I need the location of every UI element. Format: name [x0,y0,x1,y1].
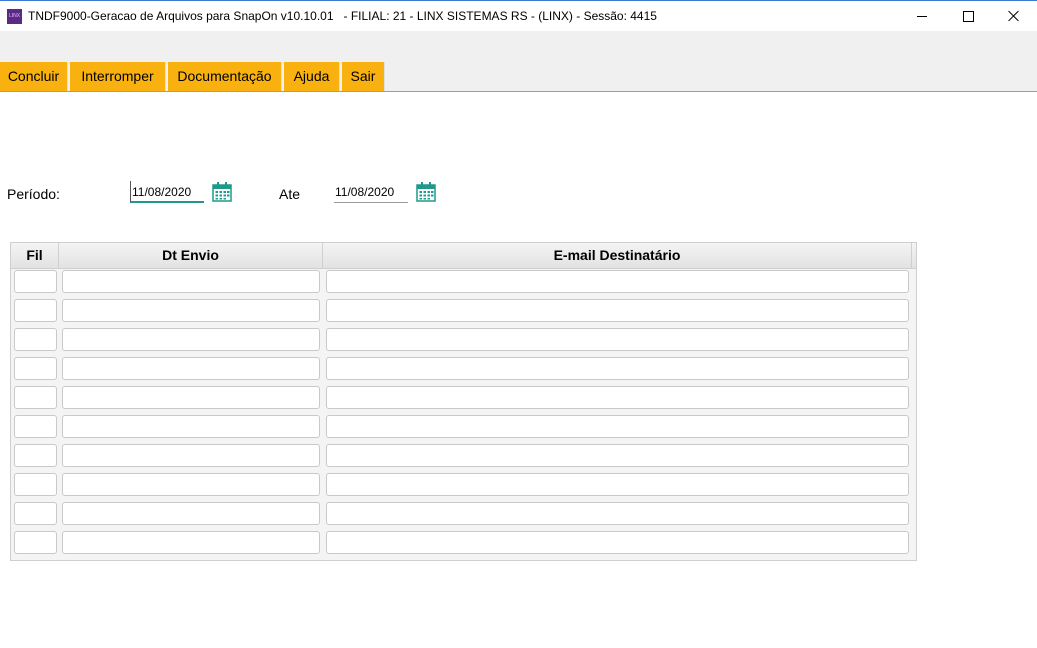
table-row [11,297,916,326]
date-to-input[interactable]: 11/08/2020 [334,181,408,203]
fil-cell-input[interactable] [14,357,57,380]
close-button[interactable] [991,1,1037,31]
maximize-icon [962,10,974,22]
fil-cell-input[interactable] [14,444,57,467]
column-header-dt-envio[interactable]: Dt Envio [59,243,323,268]
sair-button[interactable]: Sair [342,62,385,91]
calendar-icon[interactable] [416,182,436,202]
email-cell-input[interactable] [326,270,909,293]
toolbar: Concluir Interromper Documentação Ajuda … [0,31,1037,92]
table-row [11,413,916,442]
interromper-button[interactable]: Interromper [70,62,166,91]
data-grid: Fil Dt Envio E-mail Destinatário [10,242,917,561]
concluir-button[interactable]: Concluir [0,62,68,91]
date-from-input[interactable]: 11/08/2020 [130,181,204,203]
dt-envio-cell-input[interactable] [62,473,320,496]
maximize-button[interactable] [945,1,991,31]
table-row [11,500,916,529]
ate-label: Ate [279,186,301,202]
grid-header: Fil Dt Envio E-mail Destinatário [11,243,916,269]
dt-envio-cell-input[interactable] [62,386,320,409]
table-row [11,442,916,471]
table-row [11,384,916,413]
dt-envio-cell-input[interactable] [62,299,320,322]
table-row [11,326,916,355]
fil-cell-input[interactable] [14,386,57,409]
minimize-icon [917,15,927,17]
window-title: TNDF9000-Geracao de Arquivos para SnapOn… [28,9,657,23]
fil-cell-input[interactable] [14,502,57,525]
fil-cell-input[interactable] [14,299,57,322]
email-cell-input[interactable] [326,328,909,351]
email-cell-input[interactable] [326,386,909,409]
email-cell-input[interactable] [326,357,909,380]
table-row [11,471,916,500]
app-logo-icon: LINX [7,9,22,24]
column-header-email[interactable]: E-mail Destinatário [323,243,912,268]
fil-cell-input[interactable] [14,270,57,293]
email-cell-input[interactable] [326,444,909,467]
dt-envio-cell-input[interactable] [62,270,320,293]
fil-cell-input[interactable] [14,531,57,554]
fil-cell-input[interactable] [14,415,57,438]
dt-envio-cell-input[interactable] [62,357,320,380]
email-cell-input[interactable] [326,473,909,496]
dt-envio-cell-input[interactable] [62,531,320,554]
table-row [11,529,916,558]
periodo-label: Período: [7,186,60,202]
calendar-icon[interactable] [212,182,232,202]
email-cell-input[interactable] [326,415,909,438]
email-cell-input[interactable] [326,299,909,322]
table-row [11,268,916,297]
close-icon [1008,10,1020,22]
dt-envio-cell-input[interactable] [62,328,320,351]
column-header-fil[interactable]: Fil [11,243,59,268]
title-bar: LINX TNDF9000-Geracao de Arquivos para S… [0,0,1037,31]
documentacao-button[interactable]: Documentação [168,62,282,91]
dt-envio-cell-input[interactable] [62,415,320,438]
email-cell-input[interactable] [326,502,909,525]
dt-envio-cell-input[interactable] [62,502,320,525]
table-row [11,355,916,384]
fil-cell-input[interactable] [14,328,57,351]
dt-envio-cell-input[interactable] [62,444,320,467]
fil-cell-input[interactable] [14,473,57,496]
minimize-button[interactable] [899,1,945,31]
email-cell-input[interactable] [326,531,909,554]
ajuda-button[interactable]: Ajuda [284,62,340,91]
